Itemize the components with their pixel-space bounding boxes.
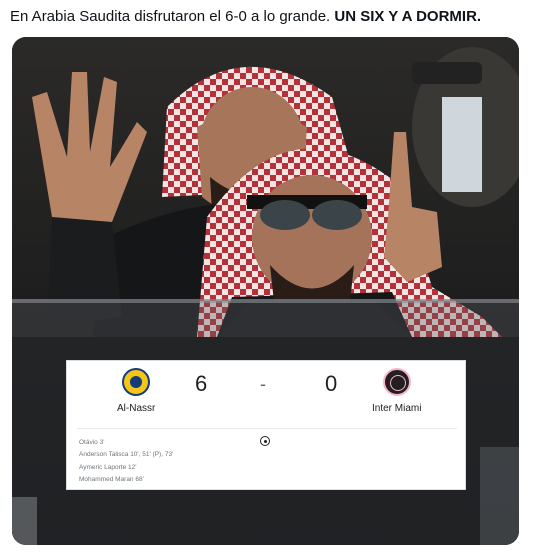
scorer-item: Otávio 3' <box>79 439 105 446</box>
tweet-text: En Arabia Saudita disfrutaron el 6-0 a l… <box>10 7 530 27</box>
tweet-text-plain: En Arabia Saudita disfrutaron el 6-0 a l… <box>10 8 335 25</box>
tweet-media[interactable]: Al-Nassr 6 - 0 Inter Miami Otávio 3' And… <box>12 37 519 545</box>
home-team-name[interactable]: Al-Nassr <box>117 403 155 414</box>
al-nassr-crest-icon <box>122 368 150 396</box>
away-score: 0 <box>325 371 338 396</box>
tweet-text-bold: UN SIX Y A DORMIR. <box>334 8 482 25</box>
scorecard-divider <box>77 428 457 429</box>
scorer-item: Aymeric Laporte 12' <box>79 463 137 471</box>
scorer-item: Mohammed Maran 68' <box>79 476 144 484</box>
goal-scorers-list: Otávio 3' Anderson Talisca 10', 51' (P),… <box>79 437 173 487</box>
soccer-ball-icon <box>260 436 270 446</box>
scorer-item: Anderson Talisca 10', 51' (P), 73' <box>79 451 174 459</box>
match-scorecard[interactable]: Al-Nassr 6 - 0 Inter Miami Otávio 3' And… <box>66 360 466 490</box>
inter-miami-crest-icon <box>383 368 411 396</box>
home-score: 6 <box>195 371 208 396</box>
away-team-name[interactable]: Inter Miami <box>372 403 421 414</box>
score-separator: - <box>260 374 266 394</box>
